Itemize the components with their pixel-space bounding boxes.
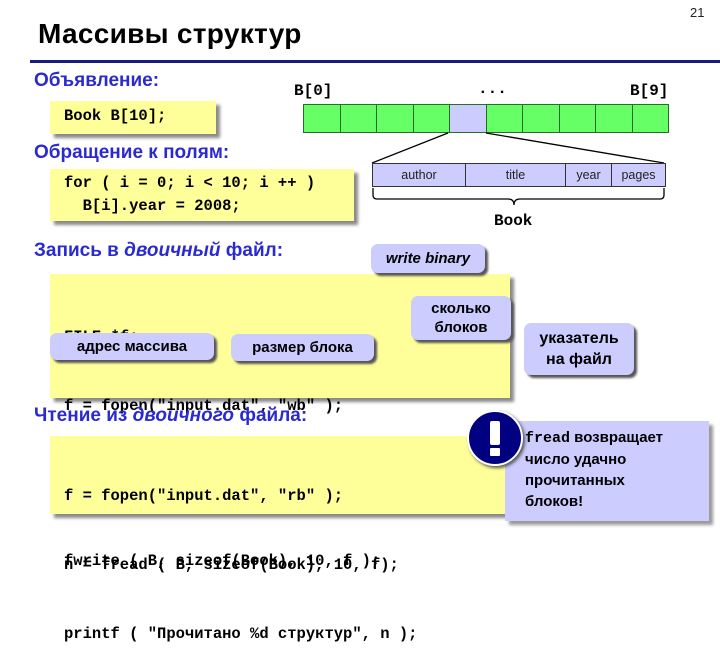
read-code: f = fopen("input.dat", "rb" ); n = fread… xyxy=(50,436,508,643)
note-line: блоков! xyxy=(525,493,584,510)
code-line: n = fread ( B, sizeof(Book), 10, f); xyxy=(64,556,399,574)
write-heading-pre: Запись в xyxy=(34,240,125,261)
callout-write-binary: write binary xyxy=(371,244,485,273)
note-code-word: fread xyxy=(525,430,571,447)
struct-label: Book xyxy=(494,212,533,230)
exclamation-icon xyxy=(467,410,523,466)
callout-line: указатель xyxy=(539,330,619,347)
field-access-code: for ( i = 0; i < 10; i ++ ) B[i].year = … xyxy=(50,169,354,221)
code-line: B[i].year = 2008; xyxy=(64,197,241,215)
fread-note: fread возвращает число удачно прочитанны… xyxy=(505,421,709,521)
write-heading-post: файл: xyxy=(220,240,284,261)
struct-field-title: title xyxy=(465,163,566,187)
callout-block-size: размер блока xyxy=(231,334,374,361)
struct-brace xyxy=(372,188,665,206)
note-line: прочитанных xyxy=(525,472,625,489)
read-heading-italic: двоичного xyxy=(132,405,235,426)
callout-array-address: адрес массива xyxy=(50,333,214,360)
note-line: число удачно xyxy=(525,451,627,468)
callout-line: блоков xyxy=(434,319,488,336)
struct-field-author: author xyxy=(372,163,466,187)
write-heading-italic: двоичный xyxy=(124,240,221,261)
read-heading-post: файла: xyxy=(234,405,308,426)
callout-line: на файл xyxy=(546,351,612,368)
code-line: for ( i = 0; i < 10; i ++ ) xyxy=(64,174,316,192)
callout-file-pointer: указатель на файл xyxy=(524,323,634,375)
field-access-heading: Обращение к полям: xyxy=(34,142,230,163)
code-line: f = fopen("input.dat", "rb" ); xyxy=(64,487,344,505)
note-line: fread возвращает xyxy=(525,427,709,449)
code-line: printf ( "Прочитано %d структур", n ); xyxy=(64,625,418,643)
read-heading: Чтение из двоичного файла: xyxy=(34,405,307,427)
struct-field-pages: pages xyxy=(611,163,666,187)
note-text: возвращает xyxy=(570,429,664,446)
struct-field-year: year xyxy=(565,163,612,187)
zoom-line-left xyxy=(371,132,449,164)
callout-line: сколько xyxy=(431,300,491,317)
callout-block-count: сколько блоков xyxy=(411,296,511,340)
zoom-line-right xyxy=(485,132,665,164)
write-heading: Запись в двоичный файл: xyxy=(34,240,283,262)
read-heading-pre: Чтение из xyxy=(34,405,133,426)
